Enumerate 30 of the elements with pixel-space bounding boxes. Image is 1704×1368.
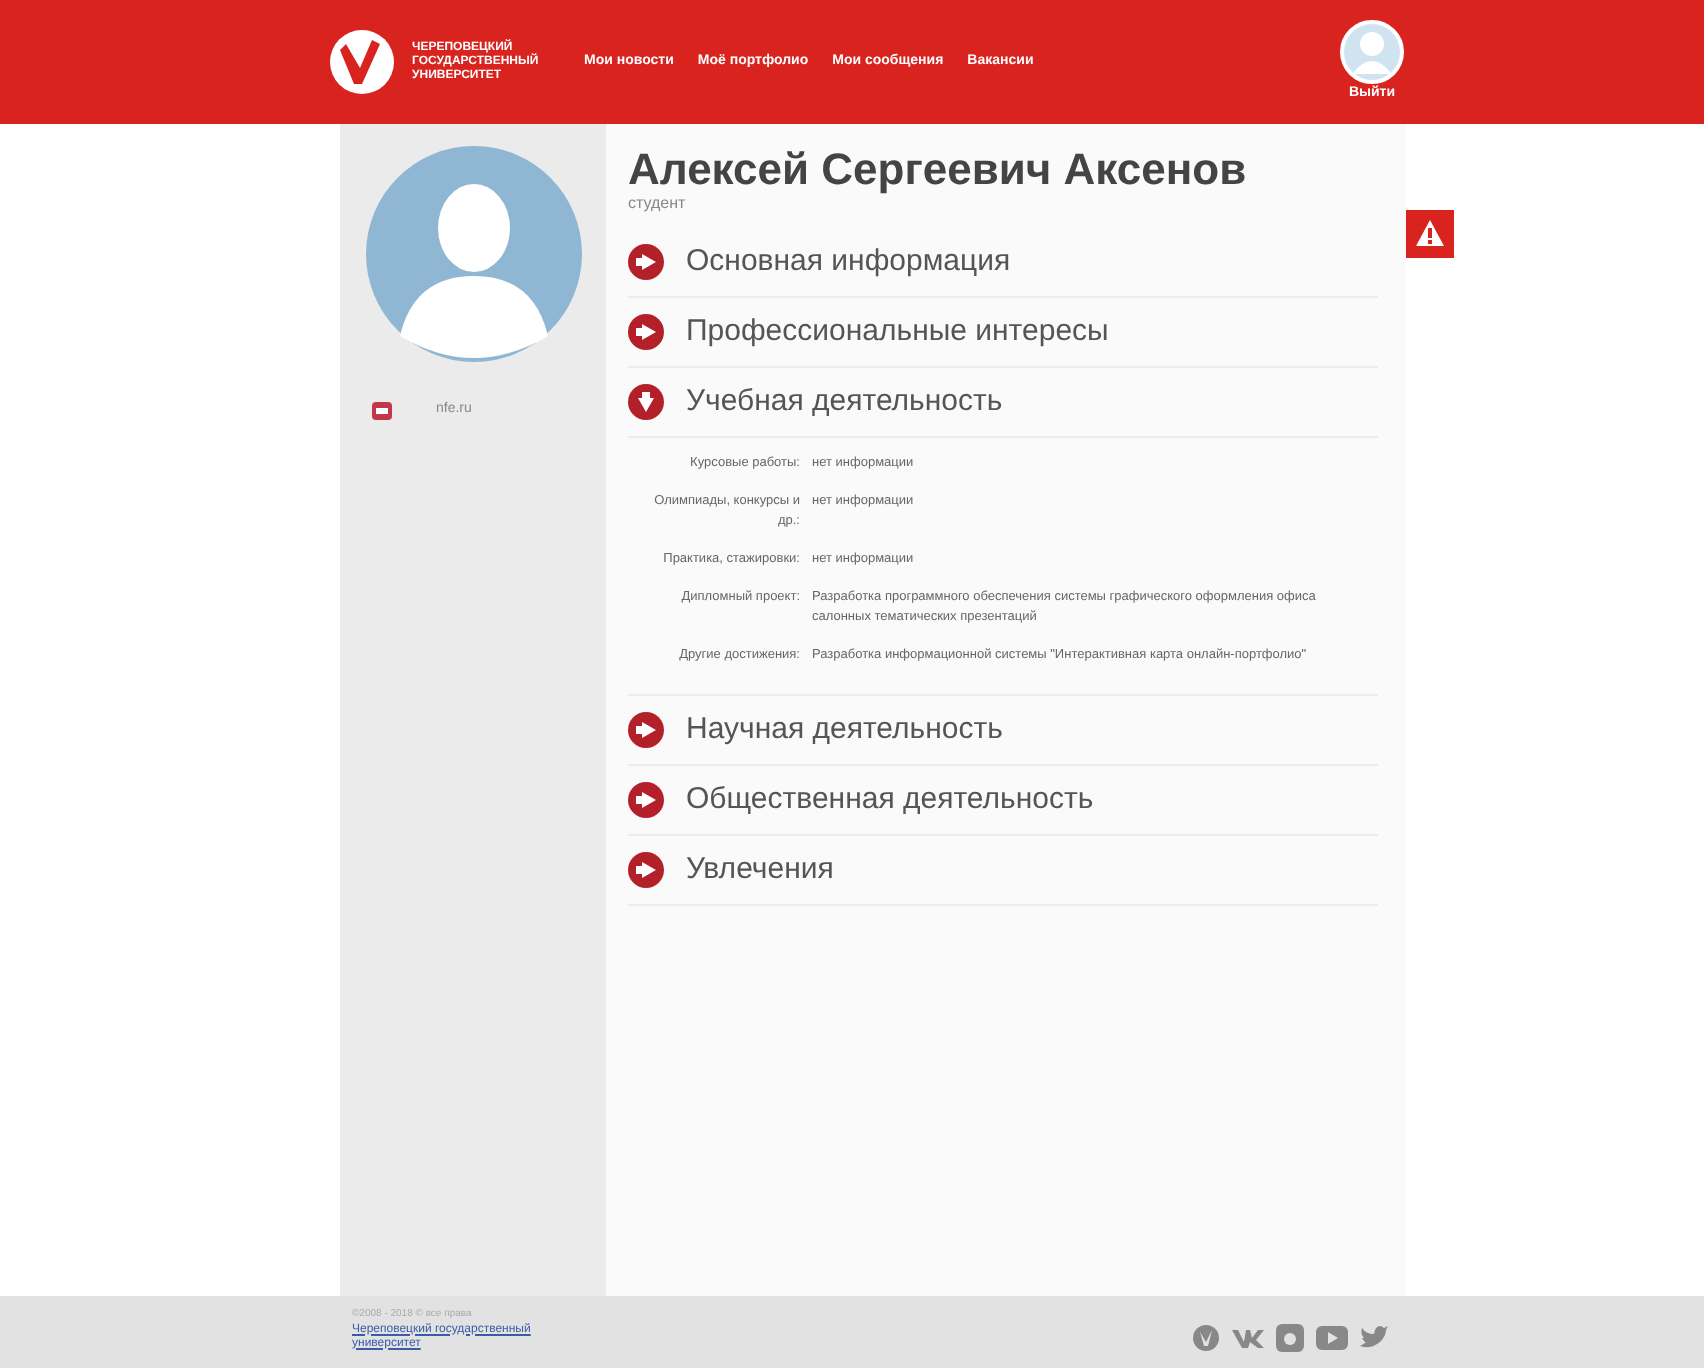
- mail-icon: [372, 401, 392, 420]
- section-header[interactable]: Общественная деятельность: [628, 766, 1378, 836]
- logo-icon[interactable]: [328, 28, 396, 96]
- section-header[interactable]: Увлечения: [628, 836, 1378, 906]
- avatar-icon[interactable]: [1340, 19, 1404, 84]
- arrow-down-icon: [628, 384, 664, 420]
- social-icon[interactable]: [1192, 1324, 1220, 1352]
- vk-icon[interactable]: [1232, 1328, 1264, 1348]
- arrow-right-icon: [628, 244, 664, 280]
- play-icon[interactable]: [1316, 1326, 1348, 1350]
- section-title: Общественная деятельность: [686, 779, 1094, 820]
- profile-name: Алексей Сергеевич Аксенов: [628, 144, 1249, 196]
- section-title: Основная информация: [686, 241, 1011, 282]
- warning-icon[interactable]: [1406, 210, 1454, 258]
- section-title: Увлечения: [686, 849, 834, 890]
- section-header[interactable]: Основная информация: [628, 228, 1378, 298]
- section-title: Учебная деятельность: [686, 381, 1003, 422]
- camera-icon[interactable]: [1276, 1324, 1304, 1352]
- arrow-right-icon: [628, 782, 664, 818]
- section-title: Профессиональные интересы: [686, 311, 1109, 352]
- section-title: Научная деятельность: [686, 709, 1003, 750]
- arrow-right-icon: [628, 314, 664, 350]
- profile-role: студент: [628, 192, 688, 216]
- section-header[interactable]: Научная деятельность: [628, 696, 1378, 766]
- section-header[interactable]: Учебная деятельность: [628, 368, 1378, 438]
- arrow-right-icon: [628, 852, 664, 888]
- bird-icon[interactable]: [1360, 1326, 1388, 1350]
- arrow-right-icon: [628, 712, 664, 748]
- section-header[interactable]: Профессиональные интересы: [628, 298, 1378, 368]
- avatar-icon: [363, 144, 583, 364]
